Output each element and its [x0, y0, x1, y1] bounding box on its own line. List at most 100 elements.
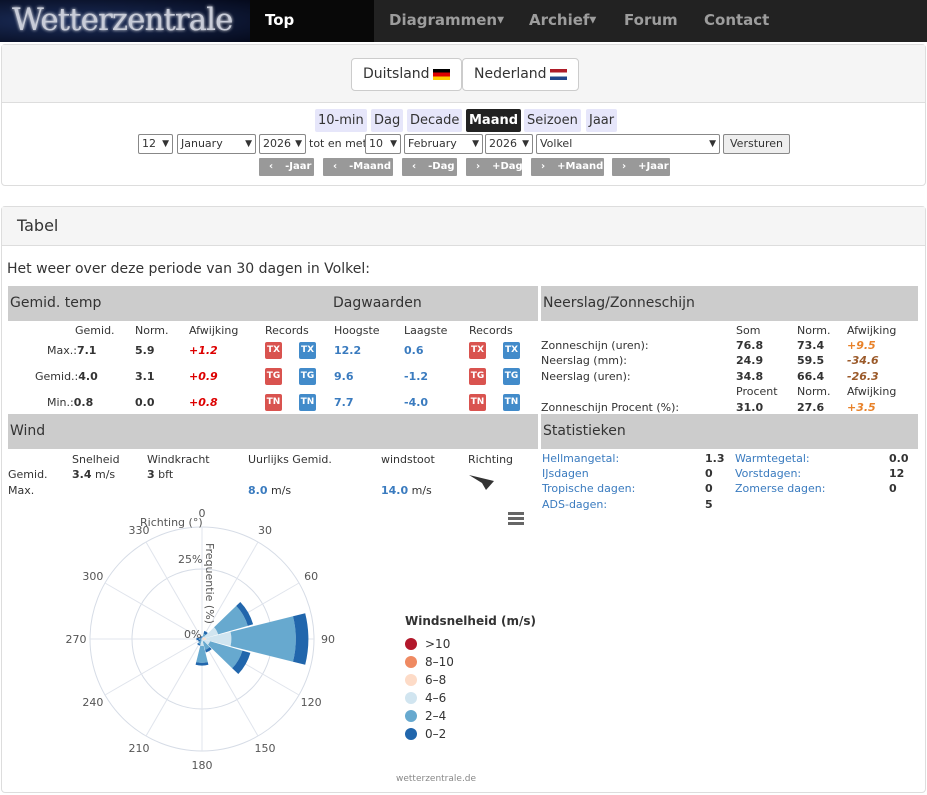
from-month-select[interactable]: January ▼ [177, 134, 256, 154]
angle-label: 30 [258, 524, 272, 537]
record-cold-badge[interactable]: TX [503, 342, 520, 359]
to-day-select[interactable]: 10 ▼ [365, 134, 401, 154]
station-select[interactable]: Volkel ▼ [536, 134, 720, 154]
next-day-button[interactable]: › +Dag [466, 158, 523, 176]
nav-archief[interactable]: Archief▼ [514, 0, 611, 42]
record-cold-badge[interactable]: TN [503, 394, 520, 411]
record-cold-badge[interactable]: TG [299, 368, 316, 385]
to-month-select[interactable]: February ▼ [404, 134, 483, 154]
record-cold-badge[interactable]: TG [503, 368, 520, 385]
grid-spoke [104, 638, 203, 696]
col-header: Richting [468, 453, 514, 466]
col-header: Records [469, 324, 513, 337]
legend-item[interactable]: 6–8 [405, 673, 446, 687]
col-header: Norm. [797, 385, 831, 398]
col-header: Uurlijks Gemid. [248, 453, 332, 466]
norm: 3.1 [135, 370, 155, 383]
chart-menu-icon[interactable] [508, 512, 524, 525]
stat-link-vorstdagen[interactable]: Vorstdagen: [735, 467, 801, 480]
country-duitsland-button[interactable]: Duitsland [351, 58, 462, 91]
deviation: +0.8 [189, 396, 218, 409]
logo[interactable]: Wetterzentrale [0, 0, 250, 42]
stats-header: Statistieken [541, 414, 918, 449]
record-cold-badge[interactable]: TX [299, 342, 316, 359]
deviation: +3.5 [847, 401, 876, 414]
country-nederland-button[interactable]: Nederland [462, 58, 579, 91]
deviation: +9.5 [847, 339, 876, 352]
prev-year-button[interactable]: ‹ -Jaar [259, 158, 314, 176]
legend-item[interactable]: 2–4 [405, 709, 446, 723]
wind-rose-chart: 0306090120150180210240270300330 Richting… [66, 507, 524, 784]
deviation: +1.2 [189, 344, 218, 357]
grid-spoke [145, 638, 203, 737]
stat-link-hellmangetal[interactable]: Hellmangetal: [542, 452, 619, 465]
col-header: Procent [736, 385, 778, 398]
stat-link-zomerse-dagen[interactable]: Zomerse dagen: [735, 482, 825, 495]
submit-button[interactable]: Versturen [723, 134, 790, 154]
between-label: tot en met [309, 137, 367, 150]
tab-seizoen[interactable]: Seizoen [524, 109, 581, 132]
legend-label: 6–8 [425, 673, 447, 687]
angle-label: 150 [255, 742, 276, 755]
tab-jaar[interactable]: Jaar [586, 109, 618, 132]
highest: 9.6 [334, 370, 354, 383]
tab-maand[interactable]: Maand [466, 109, 522, 132]
stat-link-ijsdagen[interactable]: IJsdagen [542, 467, 589, 480]
chart-credit[interactable]: wetterzentrale.de [396, 774, 477, 784]
prev-month-button[interactable]: ‹ -Maand [323, 158, 393, 176]
panel-title: Tabel [2, 207, 925, 246]
sum: 24.9 [736, 354, 764, 367]
from-day-select[interactable]: 12 ▼ [138, 134, 173, 154]
nav-forum[interactable]: Forum [609, 0, 693, 42]
chevron-down-icon: ▼ [245, 139, 252, 149]
angle-label: 90 [321, 633, 335, 646]
lowest: 0.6 [404, 344, 424, 357]
nav-top-karten[interactable]: Top Karten▼ [250, 0, 374, 69]
norm: 66.4 [797, 370, 825, 383]
next-year-button[interactable]: › +Jaar [612, 158, 670, 176]
legend-dot-icon [405, 656, 417, 668]
from-year-select[interactable]: 2026 ▼ [259, 134, 306, 154]
label: -Maand [349, 161, 391, 172]
row-label: Zonneschijn (uren): [541, 339, 649, 352]
avg: 0.8 [73, 396, 94, 409]
col-header: Laagste [404, 324, 448, 337]
legend-item[interactable]: 4–6 [405, 691, 446, 705]
caret-down-icon: ▼ [497, 15, 505, 26]
legend-item[interactable]: 0–2 [405, 727, 446, 741]
tab-dag[interactable]: Dag [371, 109, 404, 132]
avg: 4.0 [78, 370, 98, 383]
unit: bft [158, 468, 174, 481]
stat-link-warmtegetal[interactable]: Warmtegetal: [735, 452, 810, 465]
radial-tick-25: 25% [178, 553, 202, 566]
legend-dot-icon [405, 674, 417, 686]
legend-item[interactable]: >10 [405, 637, 450, 651]
nav-label: Diagrammen [389, 11, 498, 29]
nav-contact[interactable]: Contact [689, 0, 784, 42]
tab-decade[interactable]: Decade [407, 109, 463, 132]
nav-diagrammen[interactable]: Diagrammen▼ [374, 0, 519, 42]
chevron-right-icon: › [622, 161, 627, 172]
deviation: -34.6 [847, 354, 879, 367]
legend-item[interactable]: 8–10 [405, 655, 454, 669]
record-cold-badge[interactable]: TN [299, 394, 316, 411]
german-flag-icon [432, 68, 450, 80]
to-year-select[interactable]: 2026 ▼ [485, 134, 533, 154]
tab-10-min[interactable]: 10-min [315, 109, 367, 132]
record-warm-badge[interactable]: TN [469, 394, 486, 411]
stat-link-ads-dagen[interactable]: ADS-dagen: [542, 498, 607, 511]
record-warm-badge[interactable]: TG [265, 368, 282, 385]
legend-label: 8–10 [425, 655, 454, 669]
stat-link-tropische-dagen[interactable]: Tropische dagen: [542, 482, 635, 495]
record-warm-badge[interactable]: TX [469, 342, 486, 359]
avg: 7.1 [76, 344, 97, 357]
next-month-button[interactable]: › +Maand [531, 158, 604, 176]
chevron-right-icon: › [476, 161, 481, 172]
col-header: windstoot [381, 453, 435, 466]
lowest: -4.0 [404, 396, 429, 409]
record-warm-badge[interactable]: TG [469, 368, 486, 385]
record-warm-badge[interactable]: TN [265, 394, 282, 411]
chevron-left-icon: ‹ [412, 161, 417, 172]
prev-day-button[interactable]: ‹ -Dag [402, 158, 457, 176]
record-warm-badge[interactable]: TX [265, 342, 282, 359]
